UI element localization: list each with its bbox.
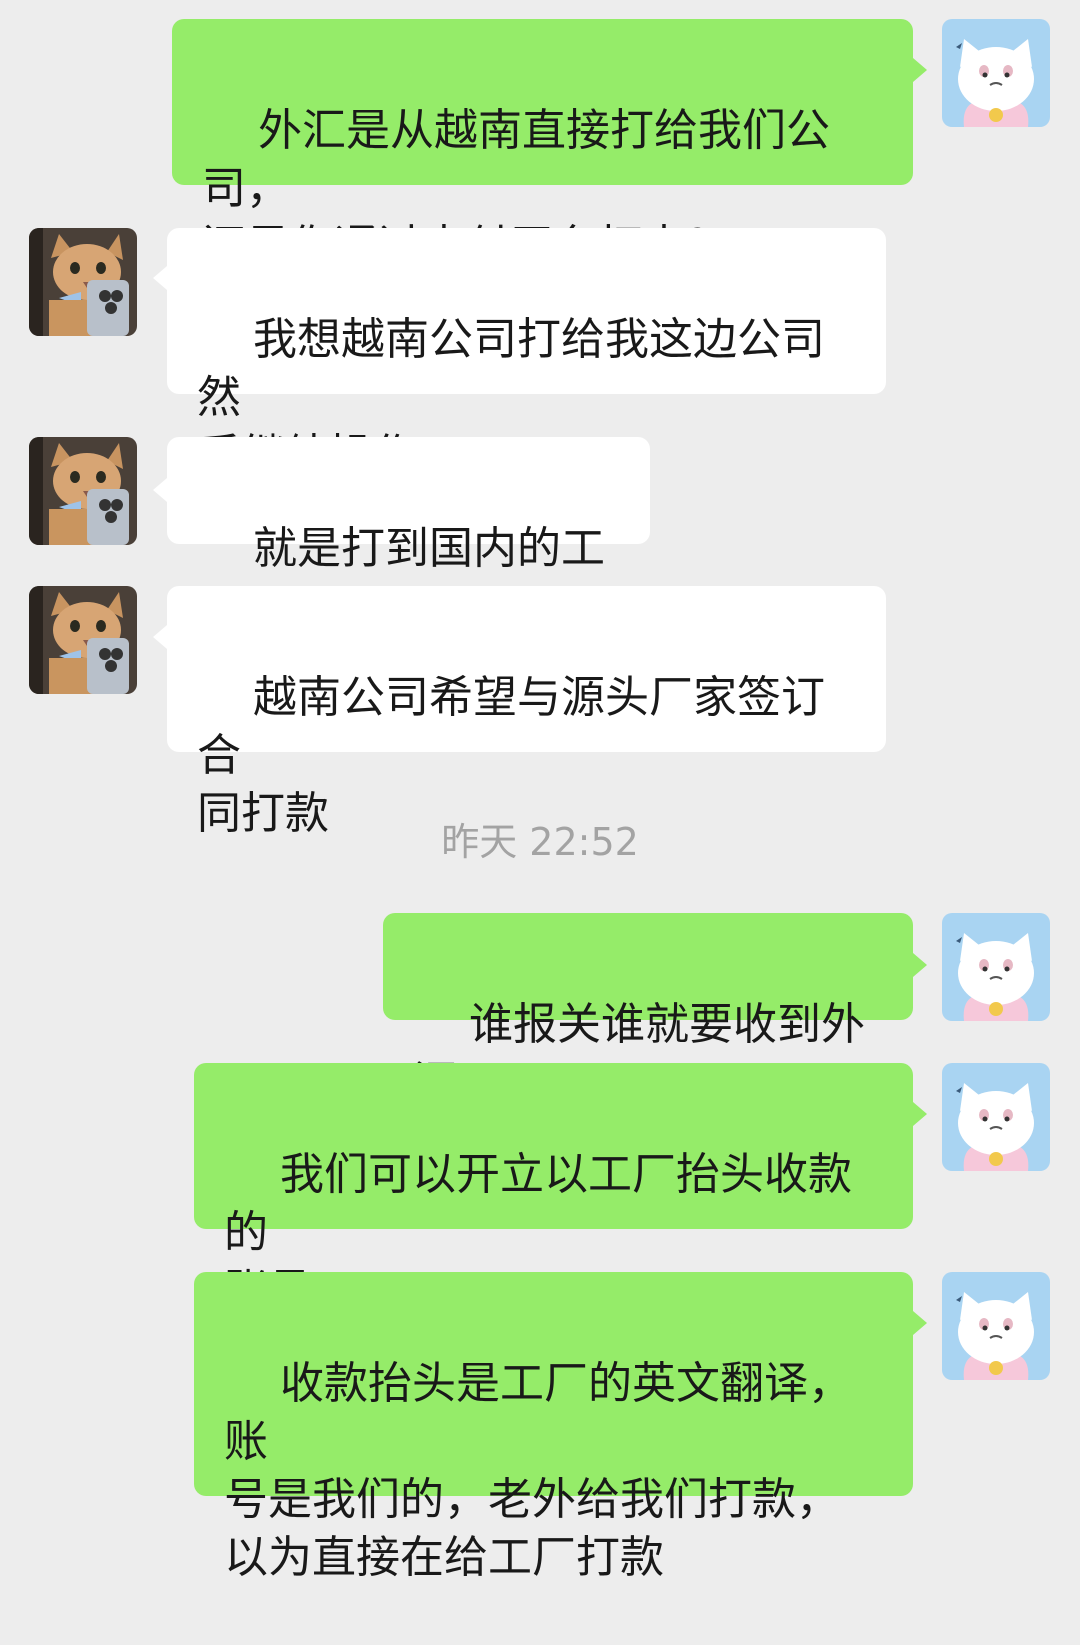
- cat-photo-avatar-icon[interactable]: [29, 586, 137, 694]
- bubble-tail: [913, 1102, 927, 1126]
- bubble-tail: [153, 625, 167, 649]
- message-bubble-outgoing[interactable]: 我们可以开立以工厂抬头收款的 账号: [194, 1063, 913, 1316]
- message-bubble-outgoing[interactable]: 谁报关谁就要收到外汇: [383, 913, 913, 1108]
- message-text: 越南公司希望与源头厂家签订合 同打款: [197, 672, 825, 839]
- timestamp: 昨天 22:52: [441, 820, 639, 864]
- message-text: 收款抬头是工厂的英文翻译，账 号是我们的，老外给我们打款， 以为直接在给工厂打款: [224, 1358, 852, 1583]
- bubble-tail: [153, 478, 167, 502]
- message-bubble-incoming[interactable]: 就是打到国内的工厂: [167, 437, 650, 632]
- cat-photo-avatar-icon[interactable]: [29, 437, 137, 545]
- bubble-tail: [153, 266, 167, 290]
- bubble-tail: [913, 953, 927, 977]
- bubble-tail: [913, 1311, 927, 1335]
- cat-photo-avatar-icon[interactable]: [29, 228, 137, 336]
- cartoon-cat-avatar-icon[interactable]: [942, 1272, 1050, 1380]
- cartoon-cat-avatar-icon[interactable]: [942, 913, 1050, 1021]
- bubble-tail: [913, 58, 927, 82]
- message-bubble-outgoing[interactable]: 收款抬头是工厂的英文翻译，账 号是我们的，老外给我们打款， 以为直接在给工厂打款: [194, 1272, 913, 1583]
- cartoon-cat-avatar-icon[interactable]: [942, 1063, 1050, 1171]
- message-bubble-incoming[interactable]: 我想越南公司打给我这边公司然 后继续操作: [167, 228, 886, 481]
- message-bubble-incoming[interactable]: 越南公司希望与源头厂家签订合 同打款: [167, 586, 886, 839]
- message-bubble-outgoing[interactable]: 外汇是从越南直接打给我们公司， 还是你通过支付平台打来？: [172, 19, 913, 272]
- cartoon-cat-avatar-icon[interactable]: [942, 19, 1050, 127]
